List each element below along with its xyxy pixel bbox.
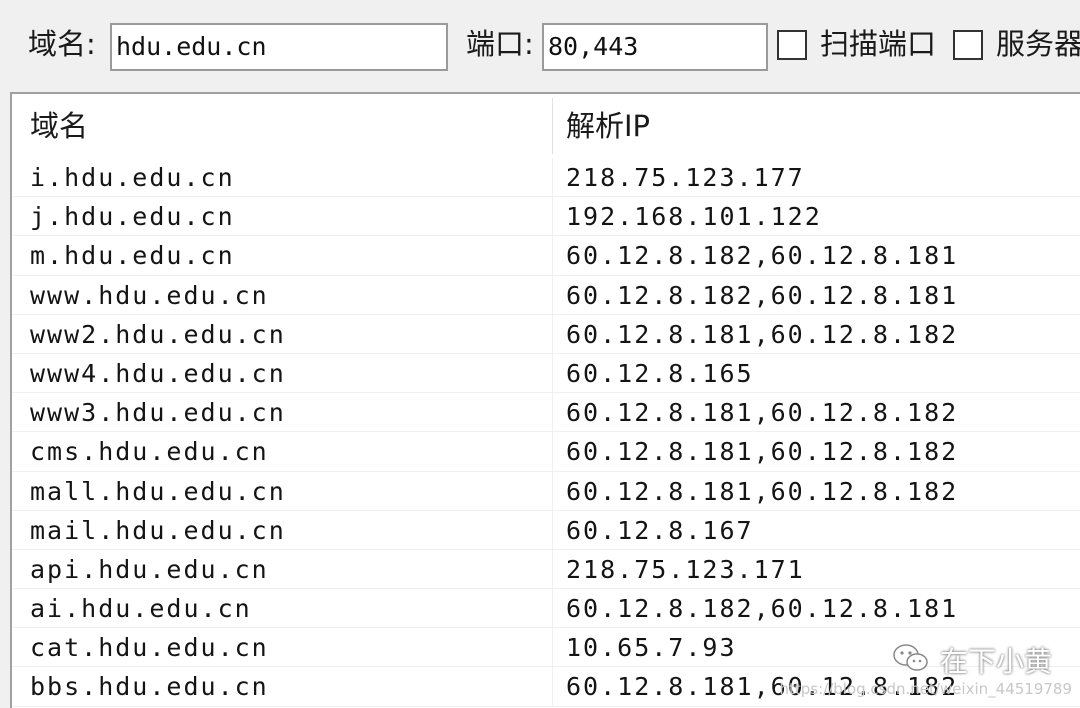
domain-cell: m.hdu.edu.cn	[30, 241, 235, 271]
domain-cell: mail.hdu.edu.cn	[30, 515, 286, 545]
cell-divider	[552, 628, 553, 668]
domain-cell: j.hdu.edu.cn	[30, 202, 235, 232]
table-header: 域名 解析IP	[12, 94, 1080, 158]
results-table[interactable]: 域名 解析IP i.hdu.edu.cn 218.75.123.177 j.hd…	[10, 92, 1080, 708]
cell-divider	[552, 589, 553, 629]
ip-cell: 60.12.8.181,60.12.8.182	[566, 476, 959, 506]
domain-cell: mall.hdu.edu.cn	[30, 476, 286, 506]
cell-divider	[552, 471, 553, 511]
ip-cell: 60.12.8.182,60.12.8.181	[566, 241, 959, 271]
domain-cell: ai.hdu.edu.cn	[30, 594, 252, 624]
domain-input[interactable]: hdu.edu.cn	[110, 23, 448, 71]
service-checkbox[interactable]	[953, 30, 983, 60]
ip-cell: 60.12.8.182,60.12.8.181	[566, 280, 959, 310]
cell-divider	[552, 158, 553, 197]
table-row[interactable]: api.hdu.edu.cn 218.75.123.171	[12, 549, 1080, 590]
table-row[interactable]: mall.hdu.edu.cn 60.12.8.181,60.12.8.182	[12, 471, 1080, 511]
scan-port-checkbox[interactable]	[777, 30, 807, 60]
cell-divider	[552, 353, 553, 393]
ip-cell: 218.75.123.177	[566, 163, 805, 192]
ip-cell: 60.12.8.181,60.12.8.182	[566, 319, 959, 349]
cell-divider	[552, 275, 553, 315]
cell-divider	[552, 314, 553, 354]
ip-cell: 60.12.8.181,60.12.8.182	[566, 437, 959, 467]
table-body: i.hdu.edu.cn 218.75.123.177 j.hdu.edu.cn…	[12, 158, 1080, 707]
ip-cell: 192.168.101.122	[566, 202, 822, 232]
cell-divider	[552, 236, 553, 276]
wechat-icon	[893, 644, 928, 671]
ip-cell: 10.65.7.93	[566, 633, 737, 663]
domain-cell: www4.hdu.edu.cn	[30, 358, 286, 388]
ip-cell: 60.12.8.182,60.12.8.181	[566, 594, 959, 624]
column-header-domain[interactable]: 域名	[30, 94, 88, 158]
table-row[interactable]: mail.hdu.edu.cn 60.12.8.167	[12, 510, 1080, 550]
domain-cell: i.hdu.edu.cn	[30, 163, 235, 192]
table-row[interactable]: j.hdu.edu.cn 192.168.101.122	[12, 197, 1080, 237]
port-input[interactable]: 80,443	[542, 23, 768, 71]
cell-divider	[552, 197, 553, 237]
domain-cell: api.hdu.edu.cn	[30, 554, 269, 584]
watermark-text: 在下小黄	[939, 645, 1052, 678]
watermark-url: https://blog.csdn.net/weixin_44519789	[779, 680, 1072, 698]
table-row[interactable]: www2.hdu.edu.cn 60.12.8.181,60.12.8.182	[12, 314, 1080, 354]
domain-label: 域名:	[28, 27, 96, 61]
domain-cell: www.hdu.edu.cn	[30, 280, 269, 310]
domain-cell: www2.hdu.edu.cn	[30, 319, 286, 349]
table-row[interactable]: m.hdu.edu.cn 60.12.8.182,60.12.8.181	[12, 236, 1080, 276]
service-label[interactable]: 服务器	[996, 24, 1080, 64]
ip-cell: 218.75.123.171	[566, 554, 805, 584]
ip-cell: 60.12.8.181,60.12.8.182	[566, 398, 959, 428]
scan-port-label[interactable]: 扫描端口	[820, 24, 936, 64]
table-row[interactable]: www.hdu.edu.cn 60.12.8.182,60.12.8.181	[12, 275, 1080, 315]
cell-divider	[552, 510, 553, 550]
column-header-ip[interactable]: 解析IP	[566, 94, 650, 158]
app-window: 域名: hdu.edu.cn 端口: 80,443 扫描端口 服务器 域名 解析…	[0, 0, 1080, 708]
table-row[interactable]: www3.hdu.edu.cn 60.12.8.181,60.12.8.182	[12, 393, 1080, 433]
table-row[interactable]: ai.hdu.edu.cn 60.12.8.182,60.12.8.181	[12, 589, 1080, 629]
cell-divider	[552, 549, 553, 589]
table-row[interactable]: i.hdu.edu.cn 218.75.123.177	[12, 158, 1080, 198]
domain-cell: cat.hdu.edu.cn	[30, 633, 269, 663]
table-row[interactable]: www4.hdu.edu.cn 60.12.8.165	[12, 353, 1080, 394]
cell-divider	[552, 393, 553, 433]
cell-divider	[552, 667, 553, 707]
ip-cell: 60.12.8.167	[566, 515, 754, 545]
cell-divider	[552, 432, 553, 472]
column-divider[interactable]	[552, 98, 553, 154]
domain-cell: bbs.hdu.edu.cn	[30, 672, 269, 702]
domain-cell: cms.hdu.edu.cn	[30, 437, 269, 467]
table-row[interactable]: cms.hdu.edu.cn 60.12.8.181,60.12.8.182	[12, 432, 1080, 472]
port-label: 端口:	[466, 27, 534, 61]
domain-cell: www3.hdu.edu.cn	[30, 398, 286, 428]
ip-cell: 60.12.8.165	[566, 358, 754, 388]
toolbar: 域名: hdu.edu.cn 端口: 80,443 扫描端口 服务器	[0, 0, 1080, 88]
